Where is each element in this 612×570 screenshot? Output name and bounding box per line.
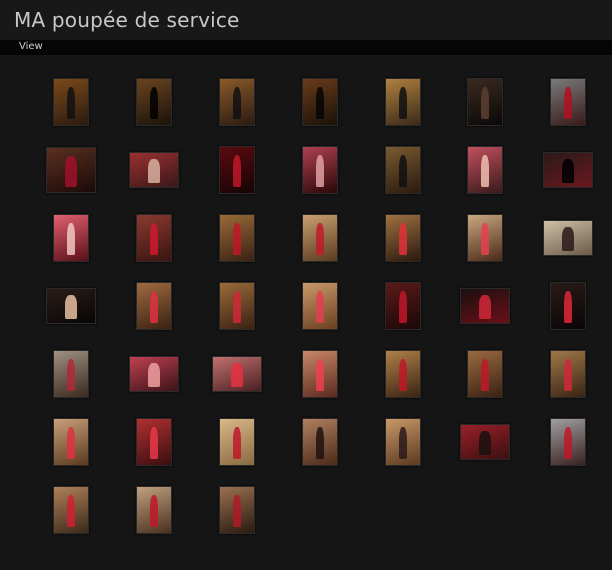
photo-thumbnail[interactable] [550, 78, 586, 126]
photo-thumbnail[interactable] [219, 214, 255, 262]
photo-thumbnail[interactable] [53, 214, 89, 262]
photo-thumbnail[interactable] [385, 350, 421, 398]
photo-figure [232, 155, 242, 188]
photo-thumbnail[interactable] [53, 418, 89, 466]
photo-thumbnail[interactable] [219, 78, 255, 126]
photo-thumbnail[interactable] [302, 418, 338, 466]
photo-figure [398, 359, 408, 392]
photo-figure [149, 87, 159, 120]
photo-figure [480, 223, 490, 256]
photo-thumbnail[interactable] [460, 424, 510, 460]
photo-figure [232, 223, 242, 256]
photo-figure [232, 291, 242, 324]
photo-figure [66, 427, 76, 460]
photo-thumbnail[interactable] [53, 486, 89, 534]
photo-thumbnail[interactable] [460, 288, 510, 324]
photo-figure [398, 291, 408, 324]
photo-figure [149, 223, 159, 256]
photo-thumbnail[interactable] [219, 418, 255, 466]
photo-thumbnail[interactable] [46, 288, 96, 324]
photo-figure [398, 427, 408, 460]
photo-thumbnail[interactable] [385, 146, 421, 194]
photo-figure [65, 155, 77, 187]
photo-thumbnail[interactable] [385, 418, 421, 466]
photo-thumbnail[interactable] [385, 282, 421, 330]
photo-figure [480, 155, 490, 188]
photo-thumbnail[interactable] [467, 214, 503, 262]
photo-figure [480, 87, 490, 120]
photo-figure [66, 495, 76, 528]
photo-figure [232, 495, 242, 528]
photo-figure [231, 363, 243, 387]
photo-thumbnail[interactable] [136, 418, 172, 466]
photo-thumbnail[interactable] [302, 78, 338, 126]
photo-figure [479, 295, 491, 319]
photo-thumbnail[interactable] [219, 282, 255, 330]
photo-figure [563, 427, 573, 460]
photo-thumbnail[interactable] [136, 486, 172, 534]
photo-thumbnail[interactable] [136, 282, 172, 330]
photo-figure [479, 431, 491, 455]
photo-figure [563, 291, 573, 324]
photo-figure [66, 223, 76, 256]
photo-figure [315, 155, 325, 188]
photo-thumbnail[interactable] [543, 152, 593, 188]
photo-figure [315, 291, 325, 324]
photo-thumbnail[interactable] [136, 78, 172, 126]
photo-thumbnail[interactable] [302, 146, 338, 194]
photo-figure [563, 87, 573, 120]
photo-figure [148, 159, 160, 183]
photo-figure [562, 227, 574, 251]
photo-thumbnail[interactable] [385, 78, 421, 126]
photo-figure [149, 427, 159, 460]
photo-thumbnail[interactable] [302, 214, 338, 262]
photo-thumbnail[interactable] [385, 214, 421, 262]
photo-thumbnail[interactable] [212, 356, 262, 392]
thumbnail-grid [0, 0, 612, 570]
photo-figure [149, 495, 159, 528]
photo-figure [232, 427, 242, 460]
photo-figure [315, 223, 325, 256]
photo-figure [232, 87, 242, 120]
photo-figure [315, 87, 325, 120]
photo-figure [398, 87, 408, 120]
photo-figure [398, 155, 408, 188]
photo-thumbnail[interactable] [53, 78, 89, 126]
photo-thumbnail[interactable] [467, 146, 503, 194]
photo-figure [398, 223, 408, 256]
photo-figure [563, 359, 573, 392]
photo-figure [315, 427, 325, 460]
photo-thumbnail[interactable] [53, 350, 89, 398]
photo-thumbnail[interactable] [550, 350, 586, 398]
photo-thumbnail[interactable] [302, 282, 338, 330]
photo-thumbnail[interactable] [129, 356, 179, 392]
photo-figure [480, 359, 490, 392]
photo-figure [149, 291, 159, 324]
photo-figure [148, 363, 160, 387]
photo-thumbnail[interactable] [136, 214, 172, 262]
photo-thumbnail[interactable] [219, 486, 255, 534]
photo-figure [562, 159, 574, 183]
photo-figure [66, 359, 76, 392]
photo-figure [315, 359, 325, 392]
photo-thumbnail[interactable] [129, 152, 179, 188]
photo-thumbnail[interactable] [550, 282, 586, 330]
photo-thumbnail[interactable] [219, 146, 255, 194]
photo-figure [66, 87, 76, 120]
photo-thumbnail[interactable] [543, 220, 593, 256]
photo-thumbnail[interactable] [467, 78, 503, 126]
photo-figure [65, 295, 77, 319]
photo-thumbnail[interactable] [467, 350, 503, 398]
photo-thumbnail[interactable] [550, 418, 586, 466]
photo-thumbnail[interactable] [46, 147, 96, 193]
photo-thumbnail[interactable] [302, 350, 338, 398]
